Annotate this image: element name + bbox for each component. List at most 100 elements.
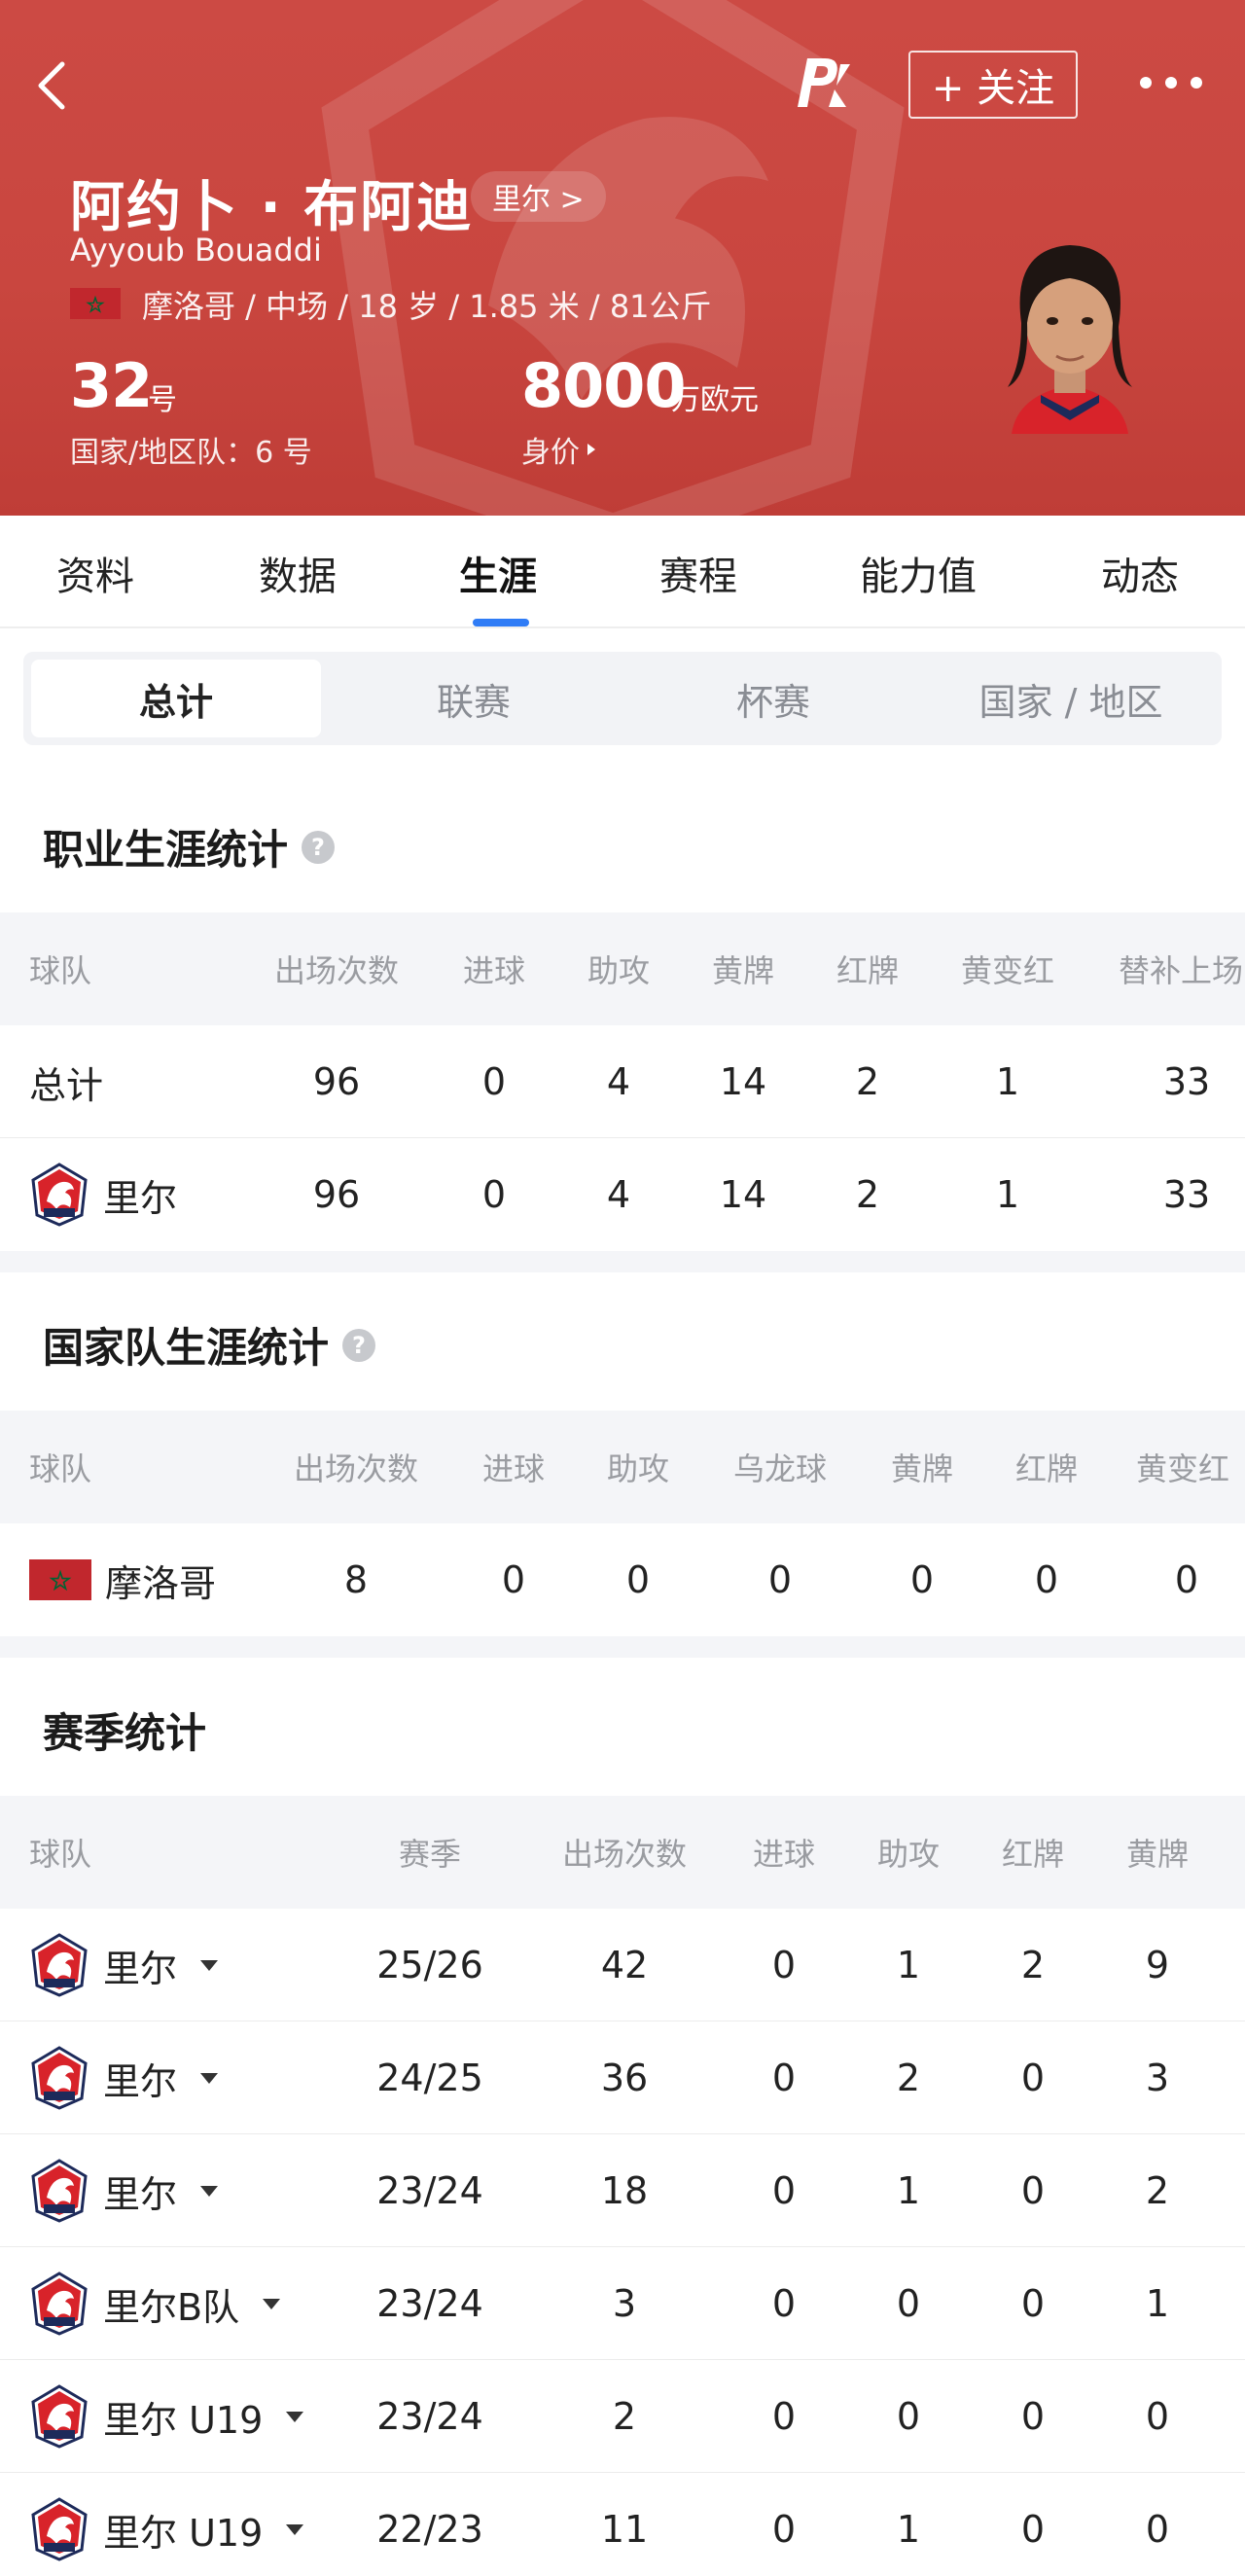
- team-cell: 里尔 U19: [29, 2360, 304, 2473]
- player-info-line: 摩洛哥 / 中场 / 18 岁 / 1.85 米 / 81公斤: [142, 288, 712, 325]
- table-row[interactable]: 里尔 23/24 18 0 1 0 2: [0, 2134, 1245, 2247]
- stat-goals: 0: [501, 1558, 526, 1601]
- caret-down-icon[interactable]: [286, 2523, 304, 2535]
- team-name: 里尔: [103, 2172, 178, 2216]
- shirt-number: 32: [70, 350, 153, 421]
- market-value: 8000: [521, 350, 687, 421]
- career-section-title: 职业生涯统计 ?: [43, 817, 336, 877]
- national-section-title: 国家队生涯统计 ?: [43, 1315, 376, 1375]
- caret-down-icon[interactable]: [200, 2185, 219, 2197]
- table-row[interactable]: 里尔 U19 22/23 11 0 1 0 0: [0, 2473, 1245, 2576]
- tab-news[interactable]: 动态: [1101, 545, 1179, 601]
- col-team: 球队: [29, 952, 92, 989]
- stat-sub-on: 33: [1162, 1173, 1211, 1216]
- tab-profile[interactable]: 资料: [56, 545, 134, 601]
- triangle-right-icon: [587, 444, 595, 455]
- tab-career[interactable]: 生涯: [459, 545, 537, 601]
- stat-assists: 0: [896, 2395, 921, 2438]
- losc-crest-icon: [31, 2384, 88, 2449]
- col-apps: 出场次数: [273, 952, 399, 989]
- stat-assists: 0: [896, 2282, 921, 2325]
- stat-assists: 1: [896, 2169, 921, 2212]
- stat-yellow: 3: [1145, 2057, 1170, 2099]
- col-red: 红牌: [1001, 1836, 1064, 1873]
- stat-goals: 0: [771, 2395, 797, 2438]
- market-value-unit: 万欧元: [671, 383, 759, 417]
- season-table-header: 球队 赛季 出场次数 进球 助攻 红牌 黄牌: [0, 1796, 1245, 1909]
- table-row[interactable]: 里尔 24/25 36 0 2 0 3: [0, 2021, 1245, 2134]
- col-assists: 助攻: [606, 1450, 669, 1487]
- col-red: 红牌: [1014, 1450, 1078, 1487]
- table-row[interactable]: 里尔B队 23/24 3 0 0 0 1: [0, 2247, 1245, 2360]
- stat-red: 0: [1020, 2395, 1046, 2438]
- national-title: 国家队生涯统计: [43, 1324, 330, 1372]
- segment-league[interactable]: 联赛: [329, 660, 619, 737]
- help-icon[interactable]: ?: [302, 830, 336, 864]
- club-link[interactable]: 里尔 >: [471, 171, 606, 222]
- losc-crest-icon: [31, 2159, 88, 2223]
- tab-ability[interactable]: 能力值: [860, 545, 977, 601]
- follow-button-label: + 关注: [931, 66, 1055, 111]
- stat-yellow: 2: [1145, 2169, 1170, 2212]
- team-cell: 里尔B队: [29, 2247, 281, 2360]
- dot: [1140, 77, 1152, 89]
- table-row[interactable]: 里尔 96 0 4 14 2 1 33: [0, 1138, 1245, 1251]
- caret-down-icon[interactable]: [286, 2411, 304, 2422]
- stat-yellow: 0: [1145, 2395, 1170, 2438]
- stat-assists: 2: [896, 2057, 921, 2099]
- losc-crest-icon: [31, 2272, 88, 2336]
- national-table-header: 球队 出场次数 进球 助攻 乌龙球 黄牌 红牌 黄变红: [0, 1411, 1245, 1523]
- segment-cup[interactable]: 杯赛: [628, 660, 918, 737]
- stat-assists: 1: [896, 2508, 921, 2551]
- shirt-number-unit: 号: [148, 383, 177, 417]
- season-section-title: 赛季统计: [43, 1700, 206, 1760]
- table-row[interactable]: 摩洛哥 8 0 0 0 0 0 0: [0, 1523, 1245, 1636]
- stat-apps: 3: [612, 2282, 637, 2325]
- more-dots-icon[interactable]: [1140, 68, 1202, 97]
- caret-down-icon[interactable]: [200, 2072, 219, 2084]
- career-table-header: 球队 出场次数 进球 助攻 黄牌 红牌 黄变红 替补上场: [0, 912, 1245, 1025]
- stat-season: 22/23: [376, 2508, 483, 2551]
- stat-goals: 0: [771, 1944, 797, 1986]
- follow-button[interactable]: + 关注: [908, 51, 1078, 119]
- col-red: 红牌: [836, 952, 899, 989]
- col-assists: 助攻: [587, 952, 650, 989]
- stat-yellow: 0: [1145, 2508, 1170, 2551]
- stat-apps: 96: [312, 1060, 361, 1103]
- tab-stats[interactable]: 数据: [259, 545, 337, 601]
- caret-down-icon[interactable]: [263, 2298, 281, 2309]
- col-goals: 进球: [752, 1836, 815, 1873]
- help-icon[interactable]: ?: [342, 1328, 376, 1362]
- team-cell: 里尔: [29, 2134, 219, 2247]
- team-cell: 里尔: [29, 1909, 219, 2021]
- stat-goals: 0: [771, 2282, 797, 2325]
- team-cell: 里尔 U19: [29, 2473, 304, 2576]
- stat-season: 23/24: [376, 2282, 483, 2325]
- caret-down-icon[interactable]: [200, 1959, 219, 1971]
- segment-total[interactable]: 总计: [31, 660, 321, 737]
- table-row[interactable]: 里尔 25/26 42 0 1 2 9: [0, 1909, 1245, 2021]
- team-name: 里尔: [103, 1947, 178, 1990]
- col-team: 球队: [29, 1450, 92, 1487]
- stat-red: 0: [1020, 2282, 1046, 2325]
- stat-red: 0: [1020, 2508, 1046, 2551]
- market-value-link[interactable]: 身价: [521, 428, 597, 471]
- stat-season: 23/24: [376, 2395, 483, 2438]
- team-name: 里尔B队: [103, 2285, 240, 2329]
- team-name: 里尔 U19: [103, 2398, 264, 2442]
- dot: [1165, 77, 1177, 89]
- player-name: 阿约卜 · 布阿迪: [70, 176, 474, 239]
- col-yellow: 黄牌: [1125, 1836, 1189, 1873]
- stat-apps: 96: [312, 1173, 361, 1216]
- segment-national[interactable]: 国家 / 地区: [926, 660, 1216, 737]
- career-title: 职业生涯统计: [43, 826, 289, 874]
- table-row[interactable]: 里尔 U19 23/24 2 0 0 0 0: [0, 2360, 1245, 2473]
- stat-second-yellow: 1: [995, 1060, 1020, 1103]
- tab-schedule[interactable]: 赛程: [659, 545, 737, 601]
- stat-red: 2: [1020, 1944, 1046, 1986]
- stat-season: 23/24: [376, 2169, 483, 2212]
- back-arrow-icon[interactable]: [29, 56, 78, 115]
- team-name: 里尔: [103, 1176, 178, 1220]
- stat-goals: 0: [771, 2508, 797, 2551]
- col-second-yellow: 黄变红: [1136, 1450, 1230, 1487]
